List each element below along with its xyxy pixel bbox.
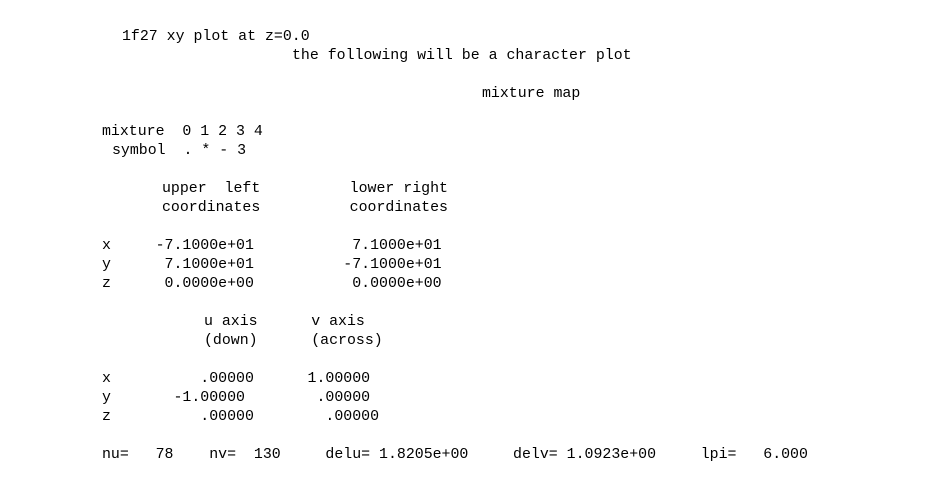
mixture-legend-row: mixture 0 1 2 3 4 <box>102 124 263 140</box>
plot-title: 1f27 xy plot at z=0.0 <box>122 29 310 45</box>
mixture-map-title: mixture map <box>482 86 581 102</box>
axis-header-line-2: (down) (across) <box>204 333 383 349</box>
axis-row-z: z .00000 .00000 <box>102 409 380 425</box>
symbol-legend-row: symbol . * - 3 <box>112 143 247 159</box>
grid-parameters-row: nu= 78 nv= 130 delu= 1.8205e+00 delv= 1.… <box>102 447 808 463</box>
corner-header-line-2: coordinates coordinates <box>162 200 448 216</box>
axis-header-line-1: u axis v axis <box>204 314 365 330</box>
character-plot-output: 1f27 xy plot at z=0.0 the following will… <box>0 0 944 504</box>
coordinate-row-y: y 7.1000e+01 -7.1000e+01 <box>102 257 442 273</box>
coordinate-row-x: x -7.1000e+01 7.1000e+01 <box>102 238 442 254</box>
axis-row-x: x .00000 1.00000 <box>102 371 371 387</box>
axis-row-y: y -1.00000 .00000 <box>102 390 371 406</box>
plot-subtitle: the following will be a character plot <box>292 48 632 64</box>
corner-header-line-1: upper left lower right <box>162 181 448 197</box>
coordinate-row-z: z 0.0000e+00 0.0000e+00 <box>102 276 442 292</box>
